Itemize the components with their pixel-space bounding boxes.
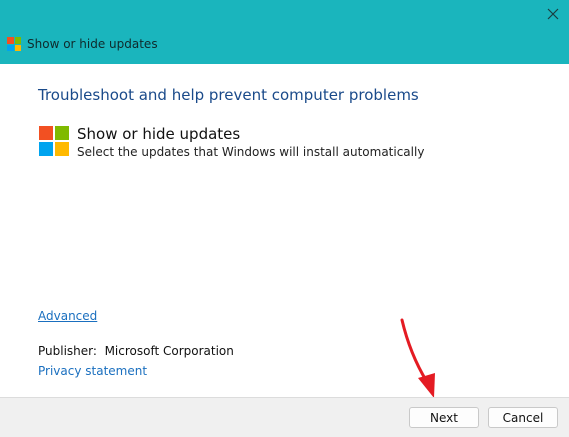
windows-logo-icon xyxy=(39,126,69,156)
close-button[interactable] xyxy=(540,2,566,26)
privacy-statement-link[interactable]: Privacy statement xyxy=(38,364,147,379)
button-bar: Next Cancel xyxy=(0,397,569,437)
publisher-label: Publisher: xyxy=(38,344,97,358)
window-title: Show or hide updates xyxy=(27,37,158,51)
troubleshooter-description: Select the updates that Windows will ins… xyxy=(77,145,425,159)
page-heading: Troubleshoot and help prevent computer p… xyxy=(38,86,419,104)
advanced-link[interactable]: Advanced xyxy=(38,309,97,324)
troubleshooter-title: Show or hide updates xyxy=(77,125,241,143)
cancel-button[interactable]: Cancel xyxy=(488,407,558,428)
publisher-info: Publisher: Microsoft Corporation xyxy=(38,344,234,359)
close-icon xyxy=(547,8,559,20)
red-arrow-annotation xyxy=(400,318,435,398)
publisher-value: Microsoft Corporation xyxy=(104,344,234,358)
next-button[interactable]: Next xyxy=(409,407,479,428)
title-bar: Show or hide updates xyxy=(0,0,569,64)
windows-logo-icon xyxy=(7,37,21,51)
